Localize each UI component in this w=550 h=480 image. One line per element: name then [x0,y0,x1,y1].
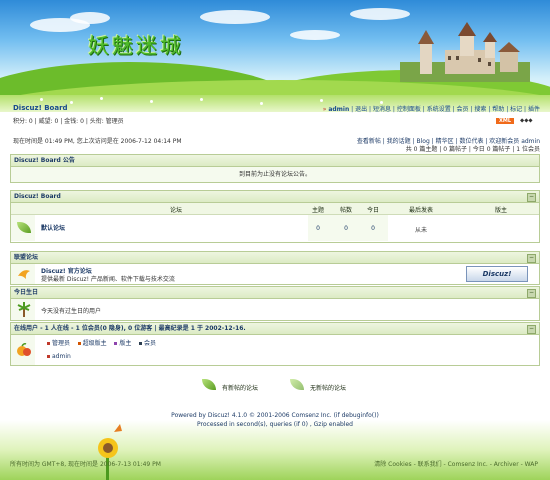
nav-help[interactable]: 帮助 [492,106,504,113]
forum-name-link[interactable]: 默认论坛 [41,223,65,232]
online-title: 在线用户 - 1 人在线 - 1 位会员(0 隐身), 0 位游客 | 最高纪录… [11,323,539,335]
legend-no-new-label: 无新帖的论坛 [310,385,347,392]
top-nav: » admin | 退出 | 短消息 | 控制面板 | 系统设置 | 会员 | … [322,106,540,113]
forum-topics: 0 [316,225,320,232]
col-today: 今日 [366,207,379,214]
col-moderator: 版主 [494,207,507,214]
footer-links[interactable]: 清除 Cookies - 联系我们 - Comsenz Inc. - Archi… [374,459,538,468]
nav-cp[interactable]: 控制面板 [397,106,421,113]
online-box: 在线用户 - 1 人在线 - 1 位会员(0 隐身), 0 位游客 | 最高纪录… [10,322,540,366]
user-stats: 积分: 0 | 威望: 0 | 金钱: 0 | 头衔: 管理员 [13,118,124,125]
collapse-icon[interactable]: − [527,254,536,263]
col-posts: 帖数 [339,207,352,214]
bird-icon [18,270,30,279]
legend-new-label: 有新帖的论坛 [222,385,259,392]
nav-settings[interactable]: 系统设置 [427,106,451,113]
site-logo[interactable]: 妖魅迷城 [88,30,184,60]
sunflower-illustration [98,424,122,480]
collapse-icon[interactable]: − [527,325,536,334]
collapse-icon[interactable]: − [527,193,536,202]
board-title[interactable]: Discuz! Board [13,104,68,112]
legend-admin: 管理员 [52,340,71,347]
legend-supermod: 超级版主 [82,340,107,347]
forum-last-post: 从未 [414,227,427,234]
more-menu-icon[interactable]: ⬥⬥⬥ [520,117,533,125]
nav-mark[interactable]: 标记 [510,106,522,113]
no-new-posts-icon [290,379,304,390]
timezone-info: 所有时间为 GMT+8, 现在时间是 2006-7-13 01:49 PM [10,461,161,468]
birthday-text: 今天没有过生日的用户 [41,308,102,315]
online-user-link[interactable]: admin [52,353,71,360]
col-last-post: 最后发表 [408,207,433,214]
announcement-text: 到目前为止没有论坛公告。 [11,167,539,182]
forum-today: 0 [371,225,375,232]
legend-member: 会员 [143,340,156,347]
alliance-title: 联盟论坛 [11,252,539,264]
collapse-icon[interactable]: − [527,289,536,298]
palm-tree-icon [17,302,31,317]
nav-plugins[interactable]: 插件 [528,106,540,113]
time-info: 现在时间是 01:49 PM, 您上次访问是在 2006-7-12 04:14 … [13,138,182,145]
forum-category-title[interactable]: Discuz! Board [11,191,539,203]
col-topics: 主题 [311,207,324,214]
birthday-box: 今日生日 − 今天没有过生日的用户 [10,286,540,321]
nav-user[interactable]: admin [328,106,349,113]
alliance-banner[interactable]: Discuz! [466,266,528,282]
xml-feed-button[interactable]: XML [496,118,515,124]
announcement-box: Discuz! Board 公告 到目前为止没有论坛公告。 [10,154,540,183]
online-user: admin [47,353,71,360]
col-forum: 论坛 [169,207,182,214]
footer-scenery [0,420,550,480]
birthday-title: 今日生日 [11,287,539,299]
nav-members[interactable]: 会员 [457,106,469,113]
nav-search[interactable]: 搜索 [474,106,486,113]
nav-logout[interactable]: 退出 [355,106,367,113]
new-posts-icon [202,379,216,390]
forum-list-box: Discuz! Board − 论坛 主题 帖数 今日 最后发表 版主 默认论坛… [10,190,540,243]
announcement-title: Discuz! Board 公告 [11,155,539,167]
powered-by: Powered by Discuz! 4.1.0 © 2001-2006 Com… [171,412,379,419]
forum-posts: 0 [344,225,348,232]
alliance-desc: 提供最新 Discuz! 产品新闻、软件下载与技术交流 [41,276,175,283]
forum-row: 默认论坛 0 0 0 从未 [11,215,539,241]
alliance-box: 联盟论坛 − Discuz! 官方论坛 提供最新 Discuz! 产品新闻、软件… [10,251,540,285]
online-legend: 管理员 超级版主 版主 会员 [47,338,156,347]
nav-pm[interactable]: 短消息 [373,106,391,113]
header-banner: 妖魅迷城 [0,0,550,112]
board-stats: 共 0 篇主题 | 0 篇帖子 | 今日 0 篇帖子 | 1 位会员 [405,146,540,153]
fruit-icon [17,343,31,356]
legend-mod: 版主 [119,340,132,347]
processed-info: Processed in second(s), queries (if 0) ,… [197,421,353,428]
castle-illustration [400,22,530,82]
